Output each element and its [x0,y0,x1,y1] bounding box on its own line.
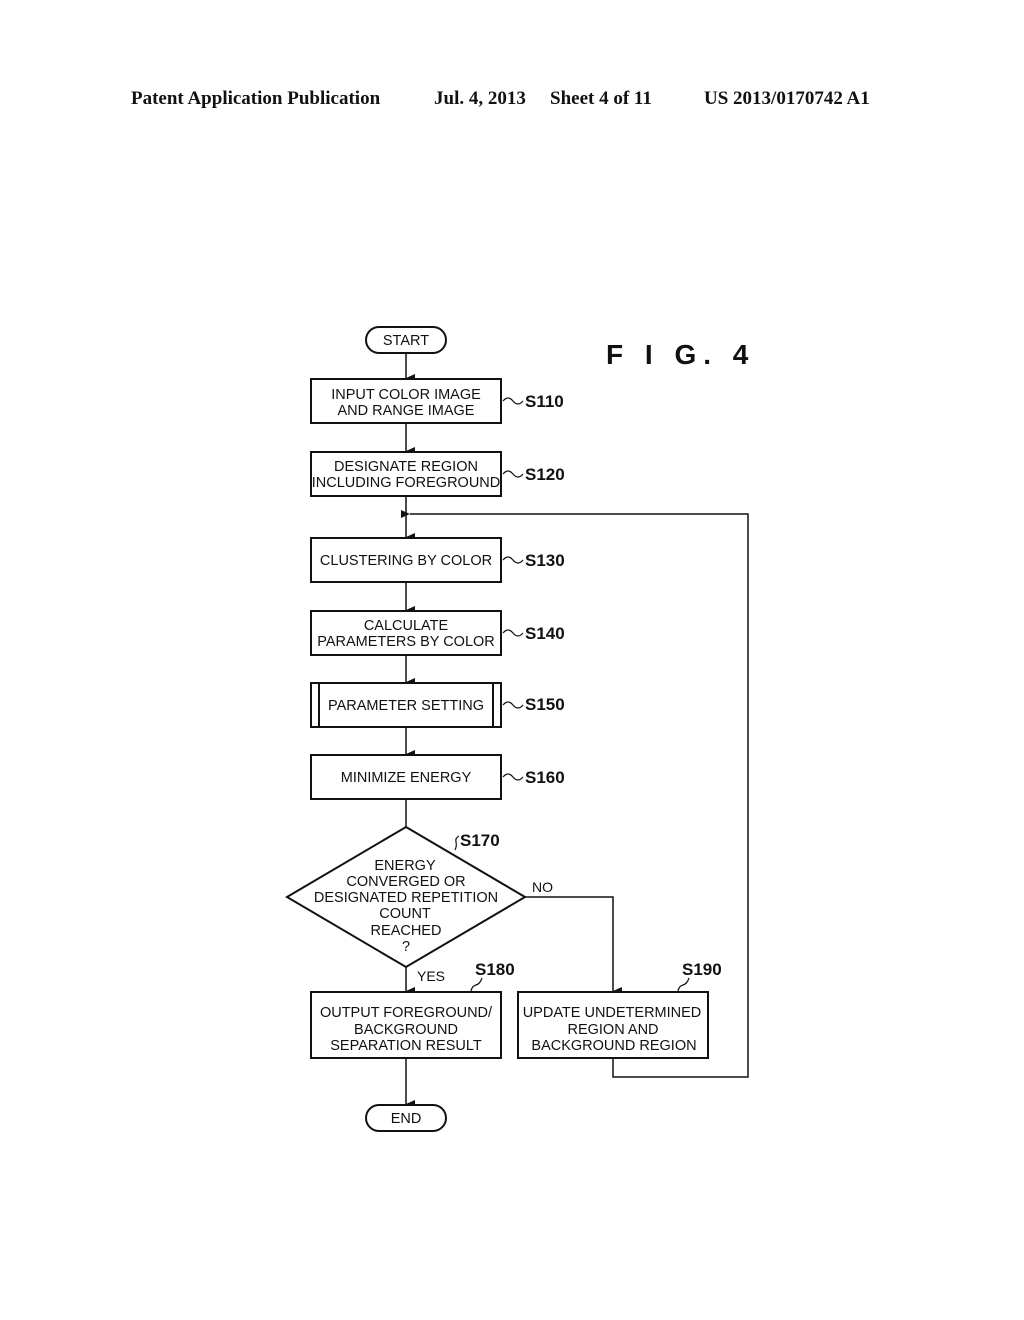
step-s150-line-1: PARAMETER SETTING [328,698,484,714]
step-s110-id: S110 [525,392,564,411]
leader-s130 [502,556,524,564]
step-s190-line-2: REGION AND [567,1022,658,1038]
figure-label: F I G. 4 [606,339,755,370]
step-s180: OUTPUT FOREGROUND/ BACKGROUND SEPARATION… [310,960,515,1059]
step-s190-line-3: BACKGROUND REGION [531,1038,696,1054]
step-s190: UPDATE UNDETERMINED REGION AND BACKGROUN… [517,960,722,1059]
step-s120-line-2: INCLUDING FOREGROUND [312,475,501,491]
leader-s190 [677,977,690,992]
decision-s170-id: S170 [460,831,500,850]
leader-s140 [502,629,524,637]
leader-s150 [502,701,524,709]
step-s120-id: S120 [525,465,565,484]
step-s130: CLUSTERING BY COLOR S130 [310,537,565,583]
step-s130-id: S130 [525,551,565,570]
decision-s170-line-2: CONVERGED OR [346,874,465,890]
step-s180-line-3: SEPARATION RESULT [330,1038,482,1054]
end-label: END [391,1111,422,1127]
decision-s170-line-4: COUNT [379,906,431,922]
step-s180-line-2: BACKGROUND [354,1022,458,1038]
step-s130-line-1: CLUSTERING BY COLOR [320,553,492,569]
start-terminal: START [365,326,447,354]
leader-s120 [502,470,524,478]
step-s110-line-2: AND RANGE IMAGE [338,403,475,419]
step-s140-line-1: CALCULATE [364,618,449,634]
step-s160: MINIMIZE ENERGY S160 [310,754,565,800]
leader-s170 [454,835,460,851]
step-s180-id: S180 [475,960,515,979]
step-s150-id: S150 [525,695,565,714]
step-s120: DESIGNATE REGION INCLUDING FOREGROUND S1… [310,451,565,497]
end-terminal: END [365,1104,447,1132]
start-label: START [383,333,429,349]
leader-s180 [470,977,483,992]
edge-no-label: NO [532,879,553,895]
edge-no [525,896,622,995]
step-s140: CALCULATE PARAMETERS BY COLOR S140 [310,610,565,656]
step-s160-line-1: MINIMIZE ENERGY [341,770,472,786]
step-s180-line-1: OUTPUT FOREGROUND/ [320,1005,493,1021]
decision-s170-line-1: ENERGY [374,858,436,874]
decision-s170-line-3: DESIGNATED REPETITION [314,890,498,906]
decision-s170: ENERGY CONVERGED OR DESIGNATED REPETITIO… [285,825,527,969]
step-s140-line-2: PARAMETERS BY COLOR [317,634,495,650]
leader-s160 [502,773,524,781]
step-s190-line-1: UPDATE UNDETERMINED [523,1005,702,1021]
step-s110-line-1: INPUT COLOR IMAGE [331,387,481,403]
step-s160-id: S160 [525,768,565,787]
decision-s170-line-5: REACHED [371,923,442,939]
step-s190-id: S190 [682,960,722,979]
step-s120-line-1: DESIGNATE REGION [334,459,478,475]
step-s110: INPUT COLOR IMAGE AND RANGE IMAGE S110 [310,378,564,424]
edge-yes-label: YES [417,968,445,984]
step-s150: PARAMETER SETTING S150 [310,682,565,728]
flowchart: F I G. 4 START INPUT COLOR IMAGE AND RAN… [285,326,755,1132]
leader-s110 [502,397,524,405]
decision-s170-line-6: ? [402,939,410,955]
step-s140-id: S140 [525,624,565,643]
